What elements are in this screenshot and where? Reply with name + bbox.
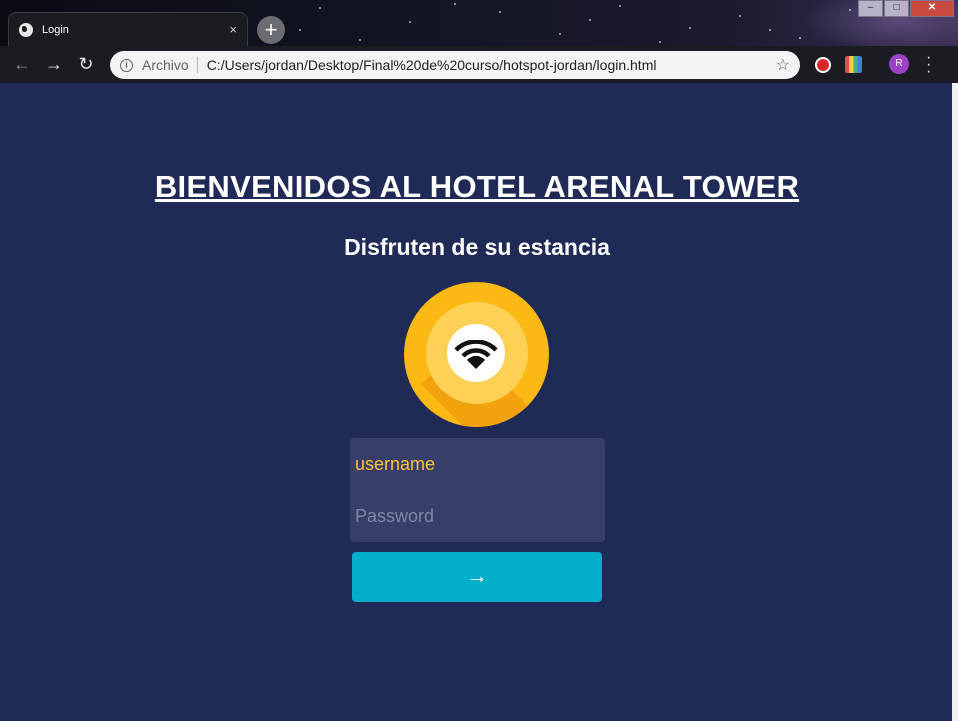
- browser-toolbar: ← → ↻ i Archivo C:/Users/jordan/Desktop/…: [0, 46, 958, 83]
- address-bar[interactable]: i Archivo C:/Users/jordan/Desktop/Final%…: [110, 51, 800, 79]
- address-url[interactable]: C:/Users/jordan/Desktop/Final%20de%20cur…: [207, 57, 776, 73]
- login-form: username Password: [350, 438, 605, 542]
- wifi-icon: [454, 340, 498, 369]
- profile-avatar[interactable]: R: [889, 54, 909, 74]
- new-tab-button[interactable]: +: [257, 16, 285, 44]
- close-tab-icon[interactable]: ×: [229, 22, 237, 37]
- back-arrow-icon[interactable]: ←: [6, 54, 38, 75]
- star-icon[interactable]: ☆: [776, 55, 790, 75]
- extension-icon[interactable]: [845, 56, 862, 73]
- wifi-logo: [404, 282, 549, 427]
- login-page: BIENVENIDOS AL HOTEL ARENAL TOWER Disfru…: [0, 83, 952, 721]
- minimize-button[interactable]: –: [858, 0, 883, 17]
- page-title: BIENVENIDOS AL HOTEL ARENAL TOWER: [154, 169, 800, 204]
- more-vert-icon[interactable]: · · ·: [926, 50, 931, 80]
- globe-icon: [19, 22, 33, 37]
- maximize-button[interactable]: □: [884, 0, 909, 17]
- page-subtitle: Disfruten de su estancia: [344, 234, 610, 260]
- reload-icon[interactable]: ↻: [70, 54, 102, 75]
- close-window-button[interactable]: ✕: [910, 0, 954, 17]
- info-icon[interactable]: i: [120, 58, 133, 72]
- login-submit-button[interactable]: →: [352, 552, 602, 602]
- address-scheme: Archivo: [142, 57, 198, 73]
- username-input[interactable]: username: [350, 438, 605, 490]
- adblock-extension-icon[interactable]: [815, 57, 831, 73]
- password-input[interactable]: Password: [350, 490, 605, 542]
- forward-arrow-icon[interactable]: →: [38, 54, 70, 75]
- window-controls: – □ ✕: [858, 0, 954, 17]
- tab-title: Login: [42, 23, 69, 36]
- scrollbar-edge: [952, 83, 958, 721]
- browser-tab[interactable]: Login ×: [8, 12, 248, 46]
- browser-titlebar: Login × + – □ ✕: [0, 0, 958, 46]
